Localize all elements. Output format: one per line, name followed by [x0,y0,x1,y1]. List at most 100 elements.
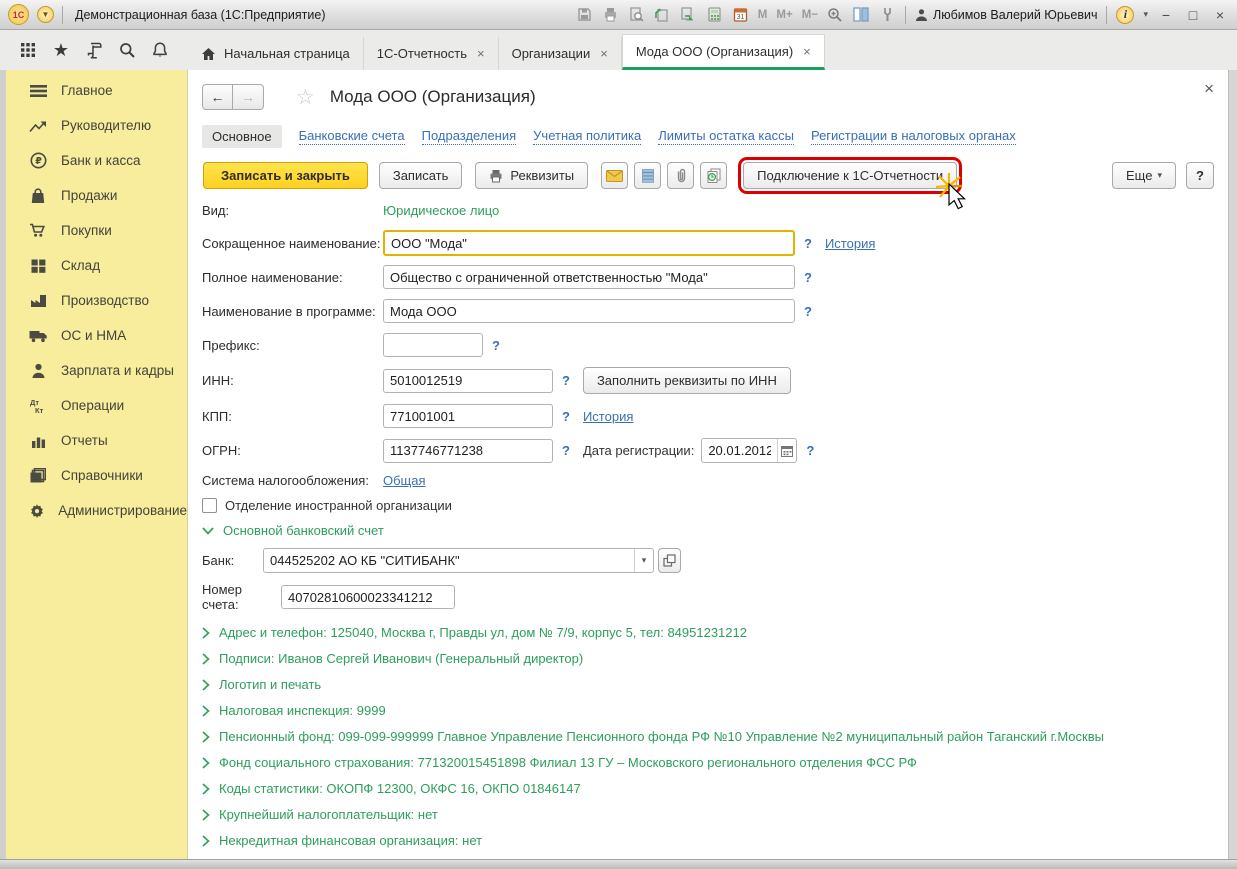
section-tax-inspection[interactable]: Налоговая инспекция: 9999 [202,703,1214,718]
subnav-bank-accounts[interactable]: Банковские счета [299,128,405,145]
apps-grid-icon[interactable] [17,39,39,61]
full-name-input[interactable] [383,265,795,289]
help-mark[interactable]: ? [562,373,570,388]
sidebar-item-bank-cash[interactable]: ₽ Банк и касса [6,143,187,178]
tax-system-link[interactable]: Общая [383,473,426,488]
current-user[interactable]: Любимов Валерий Юрьевич [915,8,1097,22]
subnav-accounting-policy[interactable]: Учетная политика [533,128,641,145]
help-mark[interactable]: ? [562,443,570,458]
sidebar-item-manager[interactable]: Руководителю [6,108,187,143]
favorites-star-icon[interactable]: ★ [50,39,72,61]
tab-organizations[interactable]: Организации × [499,37,622,70]
kpp-history-link[interactable]: История [583,409,633,424]
tab-1c-reporting[interactable]: 1С-Отчетность × [364,37,499,70]
reg-date-input[interactable] [702,440,777,461]
section-non-credit-org[interactable]: Некредитная финансовая организация: нет [202,833,1214,848]
tab-moda-organization[interactable]: Мода ООО (Организация) × [622,34,825,70]
fill-by-inn-button[interactable]: Заполнить реквизиты по ИНН [583,367,791,394]
help-mark[interactable]: ? [806,443,814,458]
print-preview-icon[interactable] [628,6,645,23]
favorite-star-icon[interactable]: ☆ [296,85,315,110]
notifications-bell-icon[interactable] [149,39,171,61]
sidebar-item-operations[interactable]: ДтКт Операции [6,388,187,423]
inn-input[interactable] [383,369,553,393]
import-link-icon[interactable] [654,6,671,23]
help-mark[interactable]: ? [804,236,812,251]
foreign-org-checkbox[interactable] [202,498,217,513]
prefix-input[interactable] [383,333,483,357]
zoom-icon[interactable] [827,6,844,23]
maximize-button[interactable]: □ [1184,7,1202,23]
bank-section-toggle[interactable]: Основной банковский счет [202,523,1214,538]
dropdown-icon[interactable]: ▾ [634,549,653,572]
sidebar-item-reports[interactable]: Отчеты [6,423,187,458]
calendar-icon[interactable]: 31 [732,6,749,23]
sidebar-item-fixed-assets[interactable]: ОС и НМА [6,318,187,353]
subnav-departments[interactable]: Подразделения [422,128,517,145]
service-wrench-icon[interactable] [879,6,896,23]
email-button[interactable] [601,162,628,189]
section-logo-stamp[interactable]: Логотип и печать [202,677,1214,692]
print-icon[interactable] [602,6,619,23]
sidebar-item-salary-hr[interactable]: Зарплата и кадры [6,353,187,388]
section-largest-taxpayer[interactable]: Крупнейший налогоплательщик: нет [202,807,1214,822]
sidebar-item-purchases[interactable]: Покупки [6,213,187,248]
help-mark[interactable]: ? [804,304,812,319]
export-link-icon[interactable] [680,6,697,23]
calculator-icon[interactable] [706,6,723,23]
close-icon[interactable]: × [803,44,811,59]
info-icon[interactable]: i [1116,6,1134,24]
ogrn-input[interactable] [383,439,553,463]
kpp-input[interactable] [383,404,553,428]
sidebar-item-warehouse[interactable]: Склад [6,248,187,283]
search-icon[interactable] [116,39,138,61]
subnav-cash-limits[interactable]: Лимиты остатка кассы [658,128,794,145]
list-button[interactable] [634,162,661,189]
help-mark[interactable]: ? [804,270,812,285]
split-view-icon[interactable] [853,6,870,23]
change-history-button[interactable] [700,162,727,189]
connect-1c-reporting-button[interactable]: Подключение к 1С-Отчетности [743,162,957,189]
memory-recall-button[interactable]: M [758,9,768,21]
section-pension-fund[interactable]: Пенсионный фонд: 099-099-999999 Главное … [202,729,1214,744]
requisites-button[interactable]: Реквизиты [475,162,588,189]
sidebar-item-sales[interactable]: Продажи [6,178,187,213]
more-button[interactable]: Еще ▾ [1112,162,1176,189]
close-form-icon[interactable]: × [1204,80,1214,97]
memory-minus-button[interactable]: M− [802,9,818,21]
sidebar-item-administration[interactable]: Администрирование [6,493,187,528]
section-social-insurance[interactable]: Фонд социального страхования: 7713200154… [202,755,1214,770]
minimize-button[interactable]: − [1157,7,1175,23]
account-input[interactable] [281,585,455,609]
open-bank-button[interactable] [658,548,681,573]
foreign-org-checkbox-row[interactable]: Отделение иностранной организации [202,498,1214,513]
sidebar-item-main[interactable]: Главное [6,73,187,108]
save-icon[interactable] [576,6,593,23]
attachments-button[interactable] [667,162,694,189]
section-statistics-codes[interactable]: Коды статистики: ОКОПФ 12300, ОКФС 16, О… [202,781,1214,796]
subnav-tax-registrations[interactable]: Регистрации в налоговых органах [811,128,1016,145]
history-icon[interactable] [83,39,105,61]
short-name-input[interactable] [383,230,795,256]
program-name-input[interactable] [383,299,795,323]
help-button[interactable]: ? [1186,162,1214,189]
calendar-picker-icon[interactable] [777,439,796,462]
back-button[interactable]: ← [202,84,233,110]
info-dropdown-icon[interactable]: ▾ [1143,9,1148,20]
short-name-history-link[interactable]: История [825,236,875,251]
sidebar-item-production[interactable]: Производство [6,283,187,318]
close-icon[interactable]: × [600,46,608,61]
sidebar-item-directories[interactable]: Справочники [6,458,187,493]
tab-home[interactable]: Начальная страница [188,37,364,70]
forward-button[interactable]: → [233,84,264,110]
close-window-button[interactable]: × [1211,7,1229,23]
section-signatures[interactable]: Подписи: Иванов Сергей Иванович (Генерал… [202,651,1214,666]
kind-value[interactable]: Юридическое лицо [383,203,499,218]
help-mark[interactable]: ? [562,409,570,424]
bank-input[interactable] [264,550,634,571]
main-menu-button[interactable]: ▼ [37,6,54,23]
memory-plus-button[interactable]: M+ [776,9,792,21]
save-button[interactable]: Записать [379,162,463,189]
help-mark[interactable]: ? [492,338,500,353]
save-and-close-button[interactable]: Записать и закрыть [203,162,368,189]
